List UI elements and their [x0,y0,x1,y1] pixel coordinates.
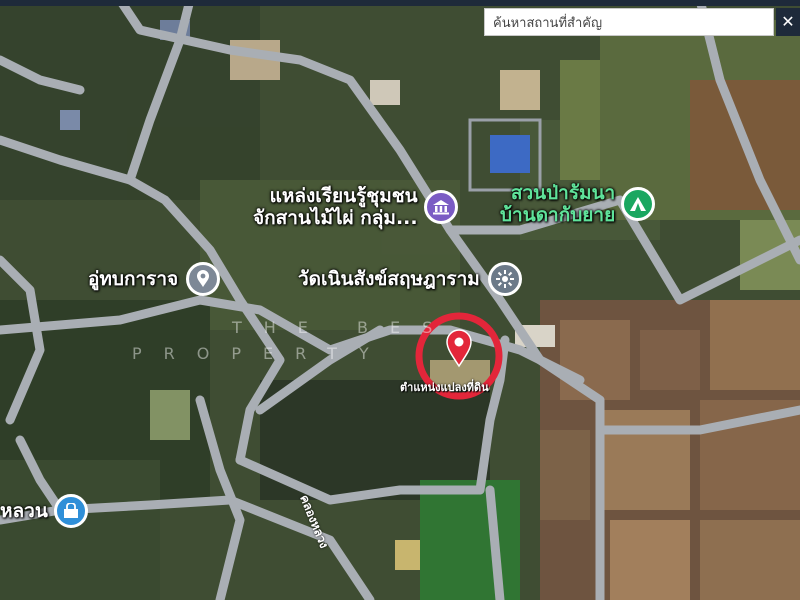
farm-fields [540,20,800,600]
poi-forest-park-name: สวนป่ารัมนา [510,182,616,204]
poi-learning-center-name: แหล่งเรียนรู้ชุมชน [269,185,418,207]
poi-forest-park-subname: บ้านดากับยาย [500,204,616,226]
poi-temple[interactable]: วัดเนินสังข์สฤษฎาราม [298,262,522,296]
search-box[interactable] [484,8,774,37]
museum-icon [423,190,458,224]
poi-forest-park[interactable]: สวนป่ารัมนา บ้านดากับยาย [500,182,656,226]
poi-learning-center[interactable]: แหล่งเรียนรู้ชุมชน จักสานไม้ไผ่ กลุ่ม... [253,185,458,229]
poi-temple-name: วัดเนินสังข์สฤษฎาราม [298,268,480,290]
poi-village[interactable]: หลวน [0,494,88,528]
poi-garage[interactable]: อู่ทบการาจ [88,262,221,296]
search-input[interactable] [491,9,771,37]
poi-garage-name: อู่ทบการาจ [88,268,179,290]
watermark-line2: PROPERTY [132,344,391,363]
close-button[interactable]: ✕ [776,8,800,36]
tent-icon [621,187,656,221]
shop-icon [53,494,88,528]
temple-icon [487,262,522,296]
pin-icon [186,262,221,296]
watermark-line1: THE BES [232,318,455,337]
poi-village-name: หลวน [0,500,48,522]
satellite-map[interactable] [0,0,800,600]
marker-label: ตำแหน่งแปลงที่ดิน [400,381,489,394]
poi-learning-center-subname: จักสานไม้ไผ่ กลุ่ม... [253,207,418,229]
top-bar [0,0,800,6]
